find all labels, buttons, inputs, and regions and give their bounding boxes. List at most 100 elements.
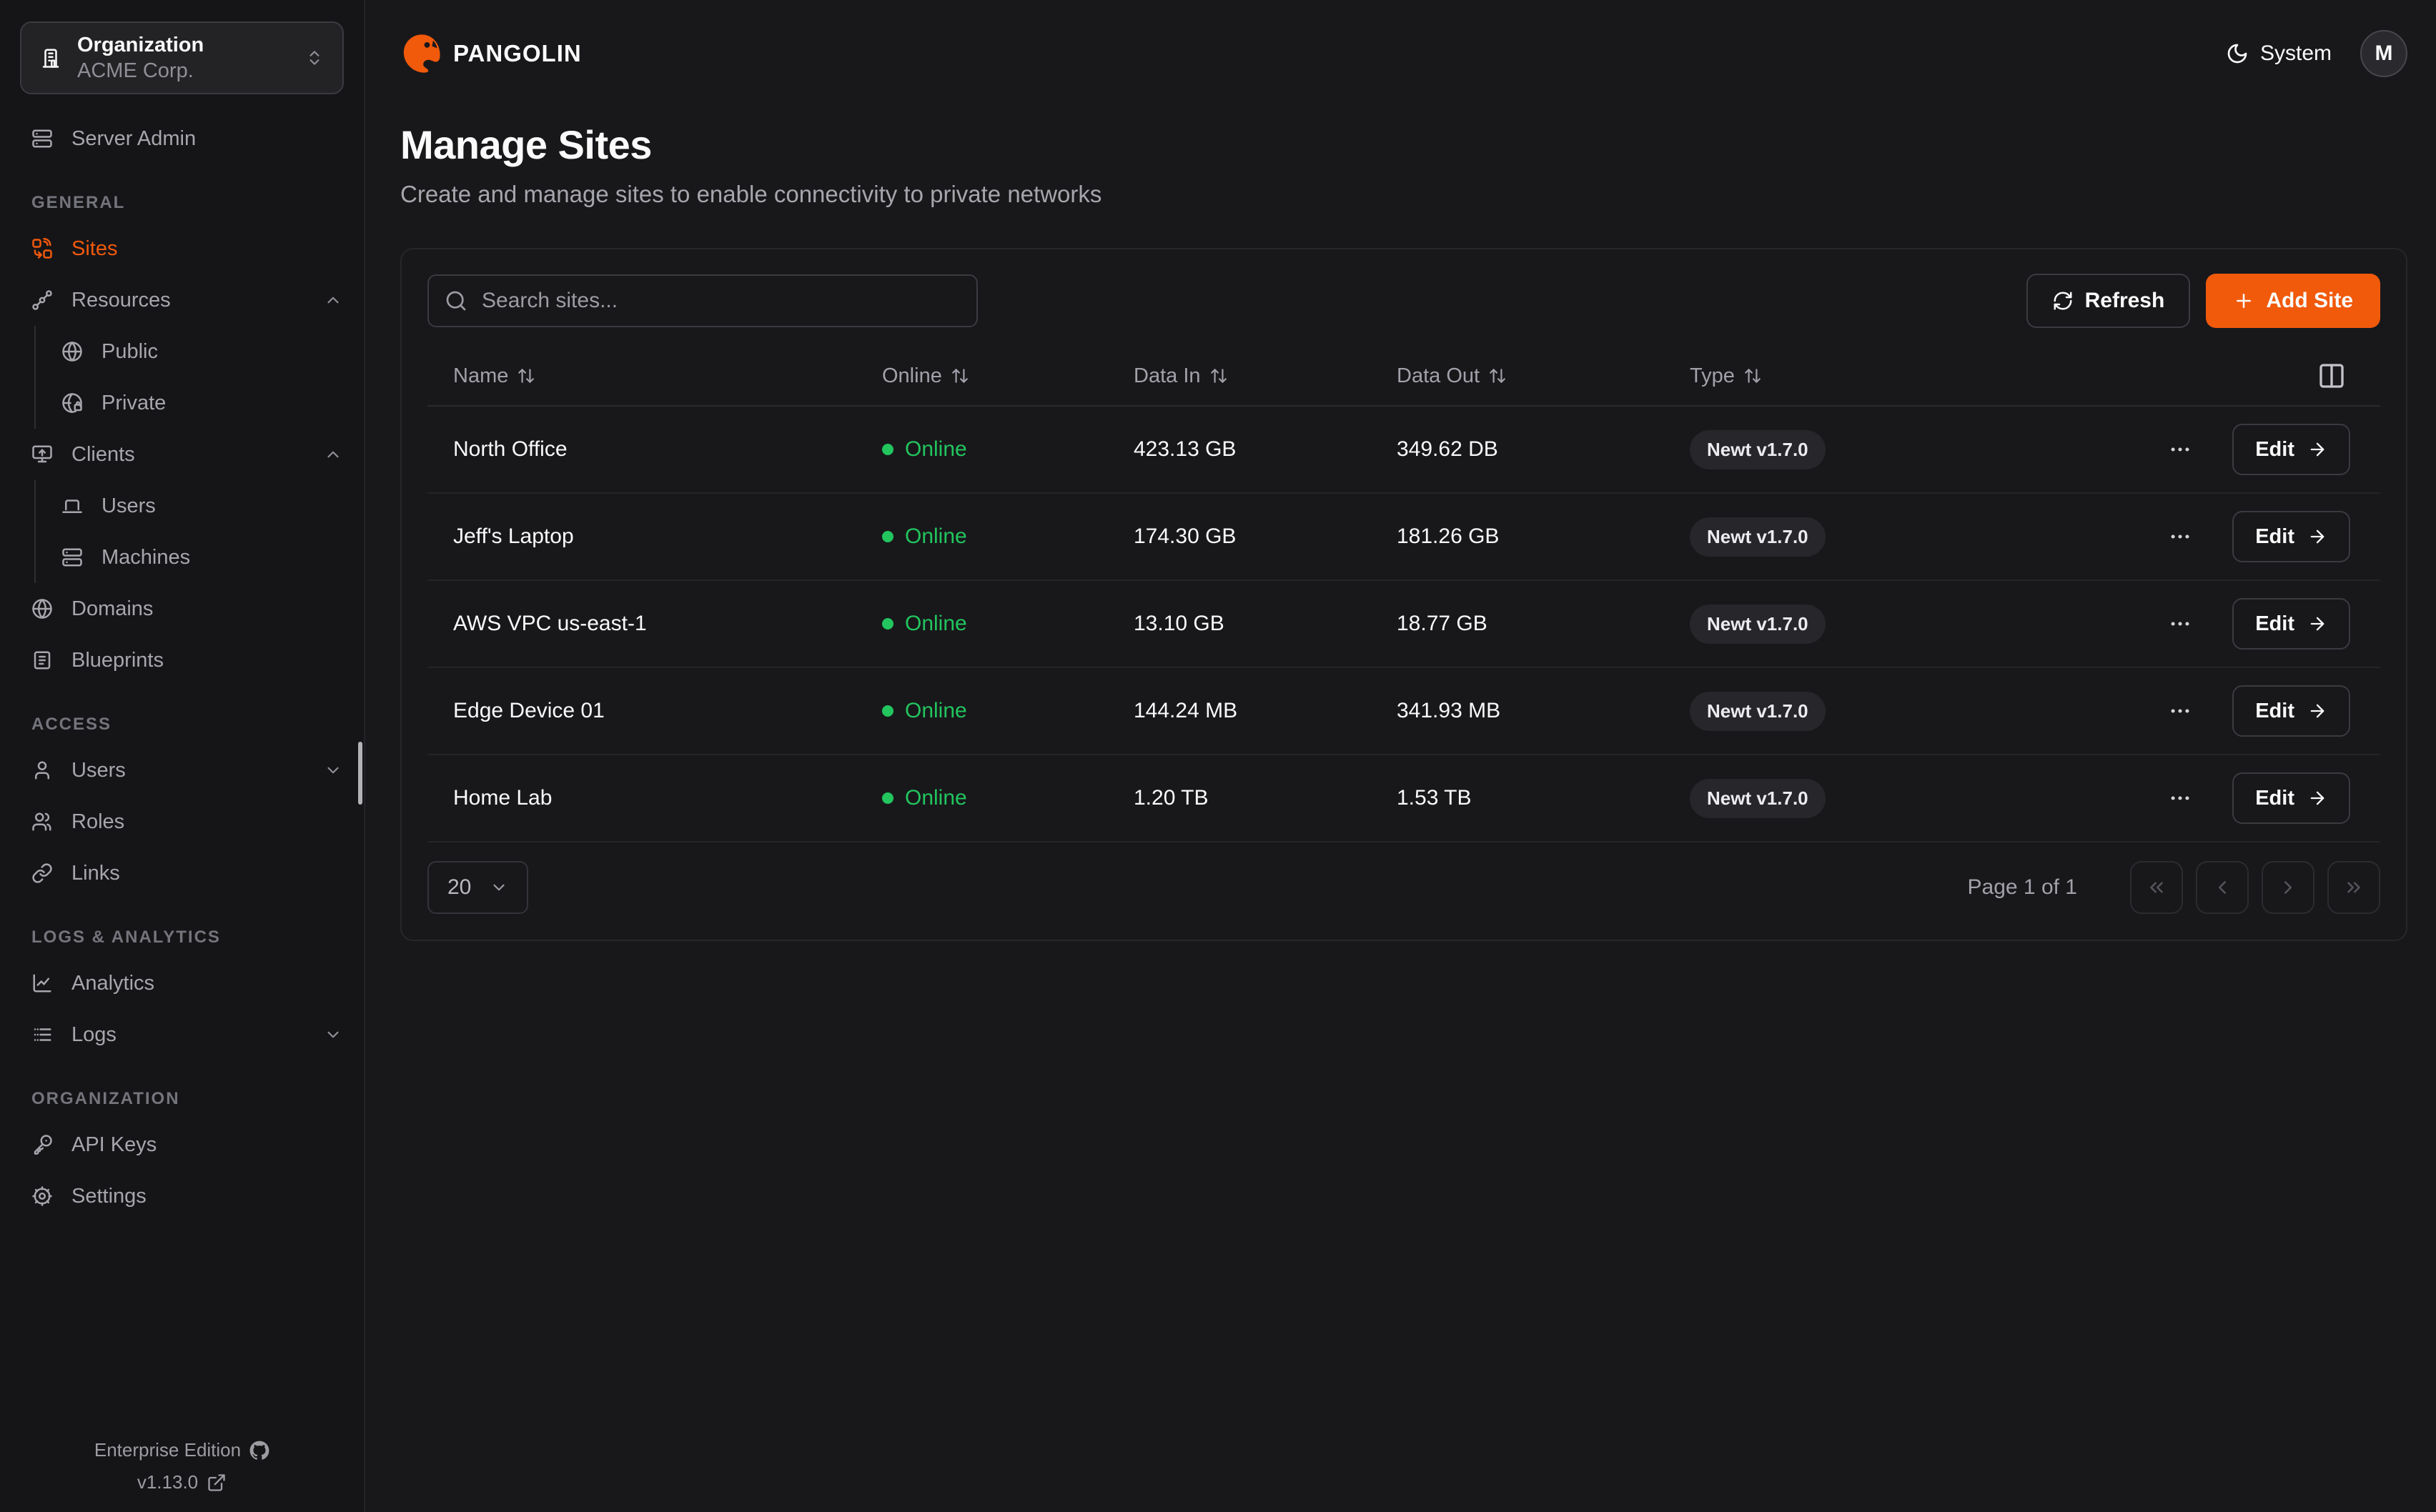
list-icon — [31, 1024, 53, 1045]
row-actions-menu-button[interactable] — [2168, 524, 2192, 549]
data-out-value: 341.93 MB — [1397, 699, 1690, 723]
site-name: Home Lab — [427, 786, 882, 810]
sidebar-item-label: Users — [71, 759, 126, 782]
sidebar-item-blueprints[interactable]: Blueprints — [0, 635, 364, 686]
sidebar-item-label: Analytics — [71, 972, 154, 995]
pagination: 20 Page 1 of 1 — [427, 861, 2380, 914]
sidebar-item-domains[interactable]: Domains — [0, 583, 364, 635]
sidebar-item-label: Users — [102, 494, 156, 518]
site-name: AWS VPC us-east-1 — [427, 612, 882, 636]
chart-line-icon — [31, 973, 53, 994]
user-avatar[interactable]: M — [2360, 30, 2407, 77]
table-row[interactable]: Edge Device 01 Online 144.24 MB 341.93 M… — [427, 668, 2380, 755]
chevron-up-icon — [324, 445, 342, 464]
column-header-data-out[interactable]: Data Out — [1397, 364, 1690, 388]
type-badge: Newt v1.7.0 — [1690, 517, 1826, 557]
chevron-up-icon — [324, 291, 342, 309]
sites-panel: Refresh Add Site Name Onl — [400, 248, 2407, 941]
sites-icon — [31, 238, 53, 259]
column-header-online[interactable]: Online — [882, 364, 1134, 388]
server-icon — [61, 547, 83, 568]
sidebar-item-private[interactable]: Private — [36, 377, 364, 429]
sidebar-item-api-keys[interactable]: API Keys — [0, 1119, 364, 1170]
topbar: PANGOLIN System M — [400, 0, 2407, 107]
server-icon — [31, 128, 53, 149]
globe-icon — [31, 598, 53, 620]
arrow-right-icon — [2307, 614, 2327, 634]
edit-button[interactable]: Edit — [2232, 424, 2350, 475]
status-badge: Online — [882, 786, 1134, 810]
sidebar-item-machines[interactable]: Machines — [36, 532, 364, 583]
link-icon — [31, 862, 53, 884]
next-page-button[interactable] — [2262, 861, 2314, 914]
data-in-value: 174.30 GB — [1134, 524, 1397, 549]
row-actions-menu-button[interactable] — [2168, 437, 2192, 462]
edit-button[interactable]: Edit — [2232, 598, 2350, 650]
building-icon — [40, 47, 61, 69]
ellipsis-icon — [2168, 612, 2192, 636]
refresh-button[interactable]: Refresh — [2026, 274, 2191, 328]
row-actions-menu-button[interactable] — [2168, 786, 2192, 810]
theme-label: System — [2260, 41, 2332, 66]
sidebar-item-client-users[interactable]: Users — [36, 480, 364, 532]
online-dot-icon — [882, 618, 893, 630]
chevron-down-icon — [324, 761, 342, 780]
sidebar-item-label: Server Admin — [71, 127, 196, 151]
sidebar-item-label: Machines — [102, 546, 190, 570]
table-toolbar: Refresh Add Site — [427, 274, 2380, 328]
external-link-icon[interactable] — [207, 1473, 227, 1493]
prev-page-button[interactable] — [2196, 861, 2249, 914]
search-box — [427, 274, 978, 327]
row-actions-menu-button[interactable] — [2168, 699, 2192, 723]
sidebar-item-users[interactable]: Users — [0, 745, 364, 796]
status-badge: Online — [882, 612, 1134, 636]
sidebar-item-analytics[interactable]: Analytics — [0, 958, 364, 1009]
table-row[interactable]: Jeff's Laptop Online 174.30 GB 181.26 GB… — [427, 494, 2380, 581]
column-visibility-button[interactable] — [2313, 357, 2350, 394]
table-row[interactable]: AWS VPC us-east-1 Online 13.10 GB 18.77 … — [427, 581, 2380, 668]
edit-button[interactable]: Edit — [2232, 511, 2350, 562]
sidebar-item-public[interactable]: Public — [36, 326, 364, 377]
edit-button[interactable]: Edit — [2232, 685, 2350, 737]
sidebar-item-server-admin[interactable]: Server Admin — [0, 113, 364, 164]
column-header-type[interactable]: Type — [1690, 364, 2061, 388]
brand-logo[interactable]: PANGOLIN — [400, 33, 582, 74]
sidebar-item-settings[interactable]: Settings — [0, 1170, 364, 1222]
sidebar: Organization ACME Corp. Server Admin GEN… — [0, 0, 365, 1512]
type-badge: Newt v1.7.0 — [1690, 692, 1826, 731]
theme-toggle[interactable]: System — [2226, 41, 2332, 66]
sidebar-scrollbar-thumb[interactable] — [358, 742, 362, 805]
table-row[interactable]: Home Lab Online 1.20 TB 1.53 TB Newt v1.… — [427, 755, 2380, 842]
edition-label: Enterprise Edition — [94, 1439, 241, 1461]
gear-icon — [31, 1185, 53, 1207]
sidebar-item-label: Private — [102, 392, 166, 415]
data-out-value: 181.26 GB — [1397, 524, 1690, 549]
search-input[interactable] — [427, 274, 978, 327]
chevron-down-icon — [490, 878, 508, 897]
github-icon[interactable] — [249, 1441, 269, 1461]
table-row[interactable]: North Office Online 423.13 GB 349.62 DB … — [427, 407, 2380, 494]
last-page-button[interactable] — [2327, 861, 2380, 914]
sidebar-item-label: Domains — [71, 597, 153, 621]
sort-icon — [1488, 367, 1507, 385]
page-size-select[interactable]: 20 — [427, 861, 528, 914]
sidebar-item-sites[interactable]: Sites — [0, 223, 364, 274]
sidebar-item-roles[interactable]: Roles — [0, 796, 364, 847]
column-header-name[interactable]: Name — [427, 364, 882, 388]
add-site-button[interactable]: Add Site — [2206, 274, 2380, 328]
chevron-down-icon — [324, 1025, 342, 1044]
status-badge: Online — [882, 699, 1134, 723]
type-badge: Newt v1.7.0 — [1690, 779, 1826, 818]
row-actions-menu-button[interactable] — [2168, 612, 2192, 636]
sidebar-item-resources[interactable]: Resources — [0, 274, 364, 326]
sort-icon — [517, 367, 535, 385]
sidebar-item-logs[interactable]: Logs — [0, 1009, 364, 1060]
sidebar-item-links[interactable]: Links — [0, 847, 364, 899]
column-header-data-in[interactable]: Data In — [1134, 364, 1397, 388]
edit-button[interactable]: Edit — [2232, 772, 2350, 824]
online-dot-icon — [882, 705, 893, 717]
first-page-button[interactable] — [2130, 861, 2183, 914]
user-icon — [31, 760, 53, 781]
sidebar-item-clients[interactable]: Clients — [0, 429, 364, 480]
org-switcher[interactable]: Organization ACME Corp. — [20, 21, 344, 94]
